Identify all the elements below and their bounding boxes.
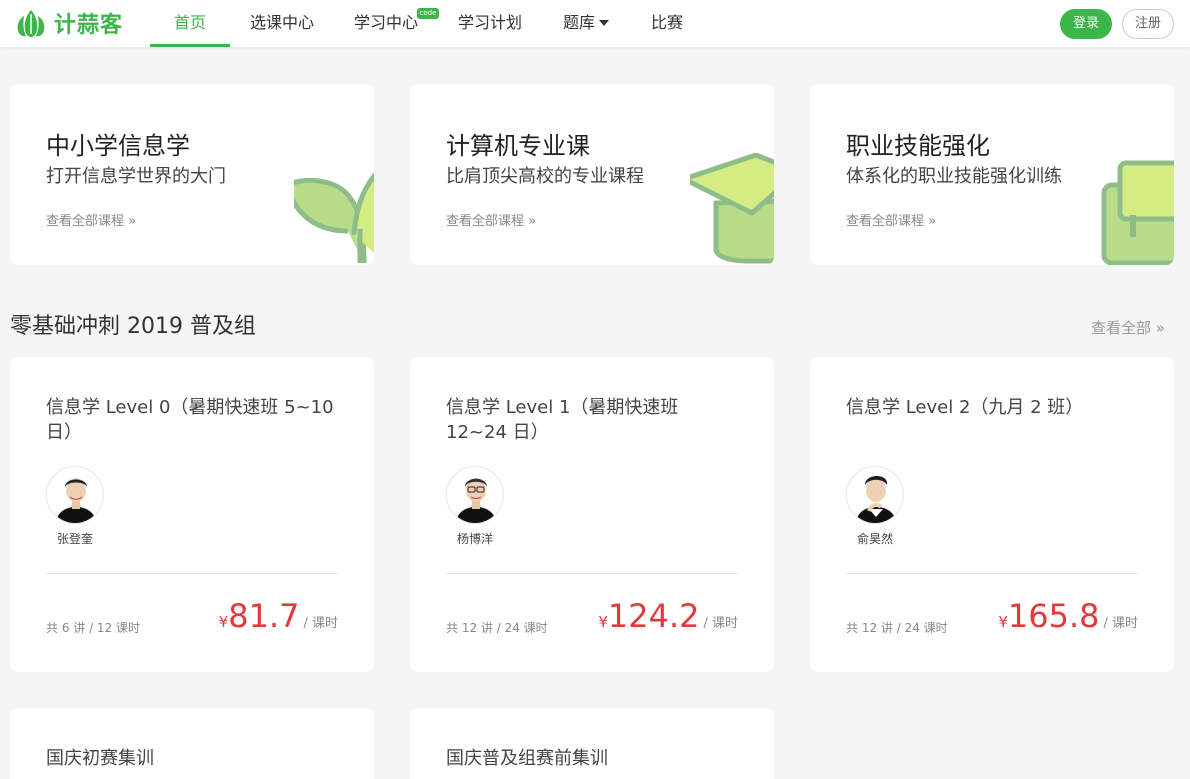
course-price: ¥124.2/ 课时 <box>598 597 738 635</box>
course-title: 信息学 Level 1（暑期快速班 12~24 日） <box>446 397 679 443</box>
nav-problem-bank[interactable]: 题库 <box>554 0 618 47</box>
card-divider <box>446 573 738 574</box>
course-card[interactable]: 信息学 Level 0（暑期快速班 5~10 日） 张登奎 共 6 讲 / 12… <box>10 357 374 672</box>
currency-symbol: ¥ <box>598 613 608 631</box>
course-title: 信息学 Level 0（暑期快速班 5~10 日） <box>46 397 334 443</box>
view-all-link[interactable]: 查看全部 » <box>1091 317 1165 338</box>
course-card[interactable]: 国庆普及组赛前集训 <box>410 708 774 779</box>
course-title: 信息学 Level 2（九月 2 班） <box>846 397 1084 418</box>
lesson-count: 共 6 讲 / 12 课时 <box>46 621 141 635</box>
nav-learning-center[interactable]: 学习中心 <box>346 0 426 47</box>
price-amount: 165.8 <box>1007 597 1100 635</box>
nav-course-center[interactable]: 选课中心 <box>242 0 322 47</box>
person-avatar-icon <box>847 467 903 523</box>
card-divider <box>846 573 1138 574</box>
teacher-name: 俞昊然 <box>856 532 893 546</box>
price-amount: 124.2 <box>607 597 700 635</box>
course-card[interactable]: 信息学 Level 1（暑期快速班 12~24 日） 杨博洋 共 12 讲 / … <box>410 357 774 672</box>
course-card[interactable]: 信息学 Level 2（九月 2 班） 俞昊然 共 12 讲 / 24 课时 ¥… <box>810 357 1174 672</box>
category-title: 中小学信息学 <box>46 132 190 160</box>
currency-symbol: ¥ <box>218 613 229 631</box>
card-divider <box>46 573 338 574</box>
price-unit: / 课时 <box>1103 616 1138 631</box>
lesson-count: 共 12 讲 / 24 课时 <box>446 621 548 635</box>
caret-down-icon <box>599 20 609 26</box>
sprout-icon <box>294 172 374 264</box>
top-navbar: 计蒜客 首页 选课中心 学习中心 code 学习计划 题库 比赛 登录 注册 <box>0 0 1190 47</box>
category-subtitle: 体系化的职业技能强化训练 <box>846 166 1062 187</box>
section-title: 零基础冲刺 2019 普及组 <box>10 314 256 339</box>
teacher-avatar <box>46 466 104 524</box>
briefcase-icon <box>1101 160 1174 265</box>
login-button[interactable]: 登录 <box>1060 9 1112 39</box>
view-all-courses-link[interactable]: 查看全部课程 » <box>846 210 936 229</box>
site-logo[interactable]: 计蒜客 <box>14 7 123 39</box>
nav-home[interactable]: 首页 <box>150 0 230 47</box>
course-card[interactable]: 国庆初赛集训 <box>10 708 374 779</box>
nav-study-plan[interactable]: 学习计划 <box>450 0 530 47</box>
person-avatar-icon <box>447 467 503 523</box>
category-subtitle: 打开信息学世界的大门 <box>46 166 226 187</box>
site-logo-text: 计蒜客 <box>54 13 124 38</box>
nav-problem-bank-label: 题库 <box>562 13 595 32</box>
garlic-logo-icon <box>17 10 45 37</box>
nav-active-indicator <box>150 44 230 47</box>
person-avatar-icon <box>47 467 103 523</box>
category-card-k12[interactable]: 中小学信息学 打开信息学世界的大门 查看全部课程 » <box>10 84 374 265</box>
view-all-courses-link[interactable]: 查看全部课程 » <box>46 210 136 229</box>
price-unit: / 课时 <box>303 616 338 631</box>
teacher-avatar <box>446 466 504 524</box>
category-card-career[interactable]: 职业技能强化 体系化的职业技能强化训练 查看全部课程 » <box>810 84 1174 265</box>
course-title: 国庆初赛集训 <box>46 748 154 769</box>
nav-contest[interactable]: 比赛 <box>641 0 693 47</box>
course-title: 国庆普及组赛前集训 <box>446 748 608 769</box>
teacher-name: 杨博洋 <box>456 532 493 546</box>
currency-symbol: ¥ <box>998 613 1008 631</box>
course-price: ¥81.7/ 课时 <box>219 597 338 635</box>
lesson-count: 共 12 讲 / 24 课时 <box>846 621 948 635</box>
category-title: 计算机专业课 <box>446 132 590 160</box>
teacher-avatar <box>846 466 904 524</box>
price-amount: 81.7 <box>228 597 300 635</box>
register-button[interactable]: 注册 <box>1122 9 1174 39</box>
category-title: 职业技能强化 <box>846 132 990 160</box>
category-card-cs[interactable]: 计算机专业课 比肩顶尖高校的专业课程 查看全部课程 » <box>410 84 774 265</box>
view-all-courses-link[interactable]: 查看全部课程 » <box>446 210 536 229</box>
teacher-name: 张登奎 <box>56 532 93 546</box>
course-price: ¥165.8/ 课时 <box>998 597 1138 635</box>
graduation-cap-icon <box>690 153 774 264</box>
category-subtitle: 比肩顶尖高校的专业课程 <box>446 166 644 187</box>
price-unit: / 课时 <box>703 616 738 631</box>
code-badge: code <box>417 8 439 19</box>
